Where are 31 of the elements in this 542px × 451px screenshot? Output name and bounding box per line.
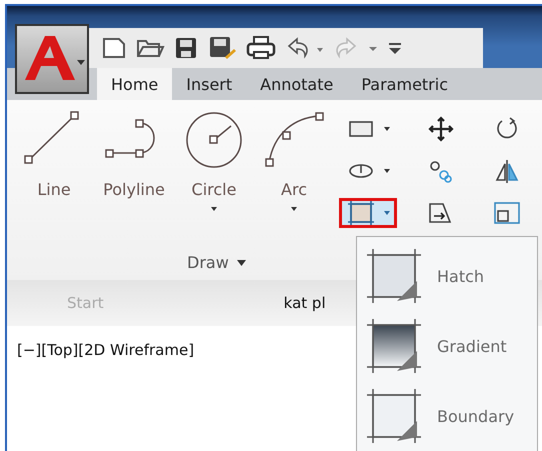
scale-icon xyxy=(492,200,522,226)
caret-icon xyxy=(291,207,297,211)
ribbon-tab[interactable]: Annotate xyxy=(246,68,348,100)
draw-tool-button[interactable]: Polyline xyxy=(99,108,169,245)
menu-item[interactable]: Gradient xyxy=(357,311,537,381)
caret-icon xyxy=(211,207,217,211)
viewport-label[interactable]: [−][Top][2D Wireframe] xyxy=(17,341,194,359)
undo-icon[interactable] xyxy=(285,36,325,60)
hatch-icon xyxy=(346,200,376,226)
caret-icon xyxy=(384,127,390,131)
save-as-icon[interactable] xyxy=(207,35,237,61)
menu-item[interactable]: Hatch xyxy=(357,241,537,311)
application-menu-button[interactable] xyxy=(15,24,89,94)
draw-tool-button[interactable]: Circle xyxy=(179,108,249,245)
caret-icon xyxy=(384,211,390,215)
move-arrows-icon xyxy=(426,116,456,142)
printer-icon[interactable] xyxy=(245,35,277,61)
save-icon[interactable] xyxy=(173,36,199,60)
draw-tool-button[interactable]: Arc xyxy=(259,108,329,245)
ribbon-tab[interactable]: Insert xyxy=(172,68,246,100)
new-file-icon[interactable] xyxy=(101,36,127,60)
draw-tool-button[interactable]: Line xyxy=(19,108,89,245)
ribbon-tab[interactable]: Home xyxy=(97,68,172,100)
menu-item[interactable]: Boundary xyxy=(357,381,537,451)
caret-icon xyxy=(236,260,246,266)
caret-icon xyxy=(384,169,390,173)
hatch-icon xyxy=(365,247,423,305)
gradient-icon xyxy=(365,317,423,375)
boundary-icon xyxy=(365,387,423,445)
ribbon-tab[interactable]: Parametric xyxy=(347,68,462,100)
panel-title-button[interactable]: Draw xyxy=(187,253,246,272)
